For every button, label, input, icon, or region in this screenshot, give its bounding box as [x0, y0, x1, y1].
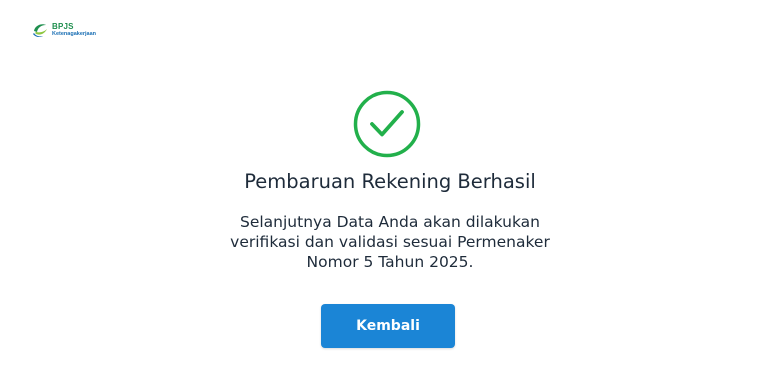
message-line-2: verifikasi dan validasi sesuai Permenake… [230, 233, 550, 251]
brand-logo: BPJS Ketenagakerjaan [32, 22, 96, 38]
confirmation-message: Selanjutnya Data Anda akan dilakukan ver… [190, 212, 590, 272]
brand-text: BPJS Ketenagakerjaan [52, 21, 97, 38]
message-line-1: Selanjutnya Data Anda akan dilakukan [239, 213, 540, 231]
checkmark-circle-icon [353, 90, 421, 158]
message-line-3: Nomor 5 Tahun 2025. [306, 253, 474, 271]
success-page: BPJS Ketenagakerjaan Pembaruan Rekening … [0, 0, 780, 390]
back-button[interactable]: Kembali [321, 304, 455, 348]
brand-name: BPJS [52, 21, 74, 31]
page-title: Pembaruan Rekening Berhasil [244, 170, 536, 193]
bpjs-logo-icon [33, 24, 47, 38]
brand-subtitle: Ketenagakerjaan [52, 30, 97, 37]
